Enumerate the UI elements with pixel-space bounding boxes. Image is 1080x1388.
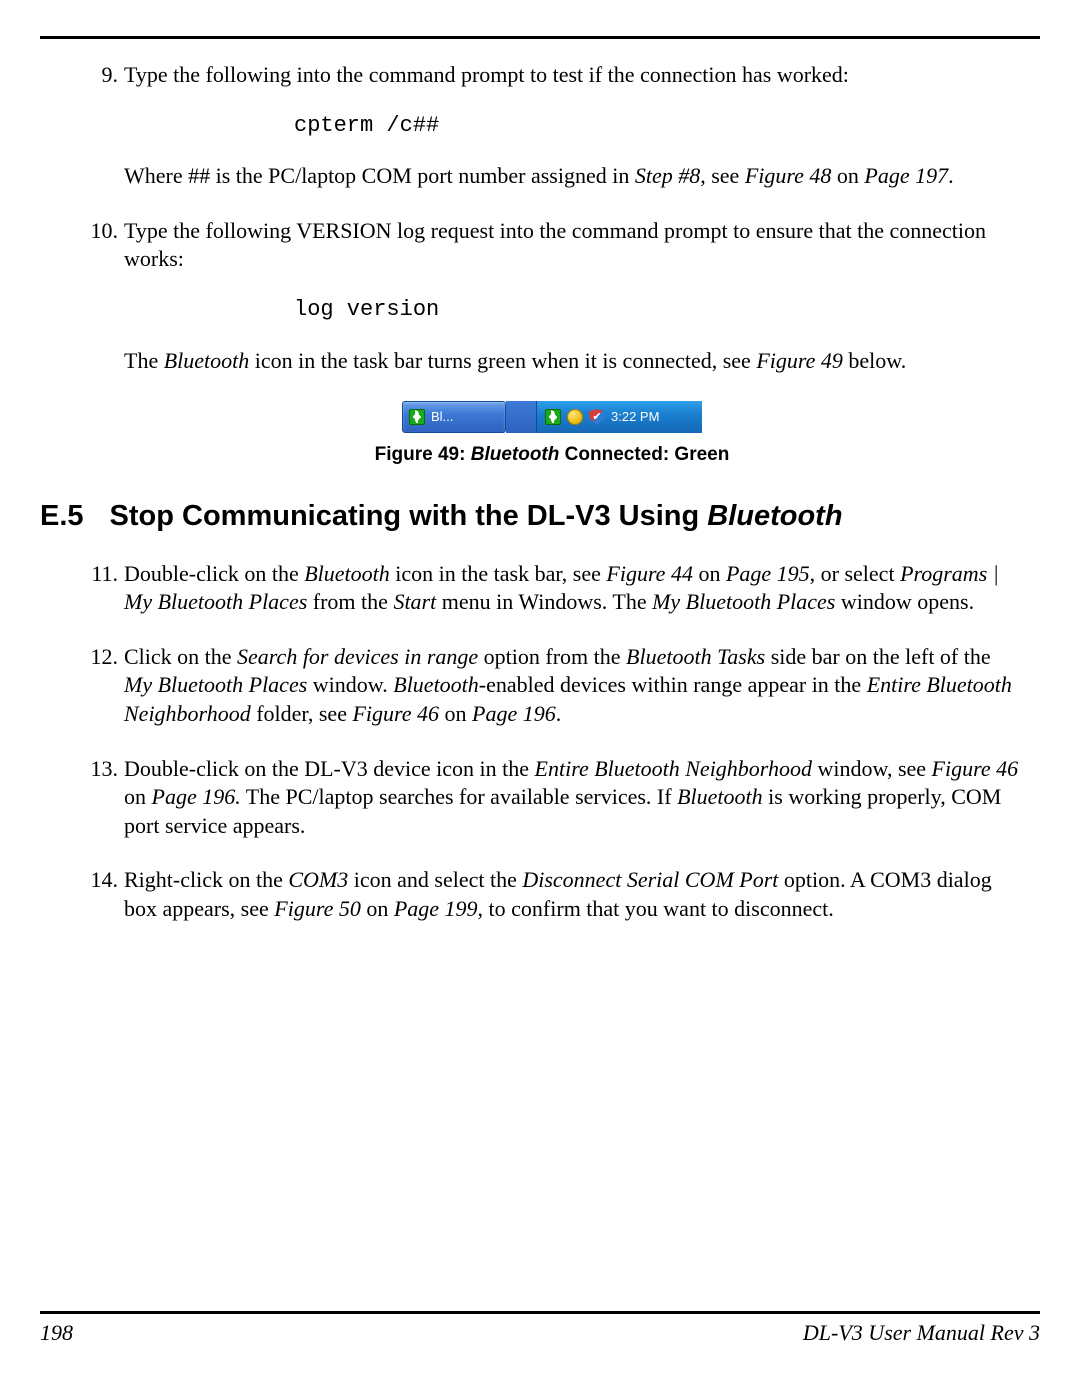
page-number: 198 (40, 1320, 73, 1346)
code-block: log version (294, 296, 1020, 325)
taskbar-app-label: Bl... (431, 409, 453, 426)
content-area: 9.Type the following into the command pr… (84, 61, 1020, 923)
top-rule (40, 36, 1040, 39)
bottom-rule (40, 1311, 1040, 1314)
step-body: Double-click on the DL-V3 device icon in… (124, 755, 1020, 841)
step-number: 14. (78, 866, 118, 895)
caption-tail: Connected: Green (559, 444, 729, 465)
step-number: 12. (78, 643, 118, 672)
step-intro: Type the following VERSION log request i… (124, 217, 1020, 274)
step-number: 11. (78, 560, 118, 589)
caption-subject: Bluetooth (471, 444, 560, 465)
step-list-lower: 11.Double-click on the Bluetooth icon in… (84, 560, 1020, 924)
section-title-italic: Bluetooth (707, 500, 842, 532)
taskbar-figure: ᛒ Bl... ᛒ 3:22 PM (402, 401, 702, 433)
bluetooth-rune: ᛒ (409, 409, 425, 425)
page-footer: 198 DL-V3 User Manual Rev 3 (40, 1311, 1040, 1346)
list-item: 11.Double-click on the Bluetooth icon in… (84, 560, 1020, 617)
figure-caption: Figure 49: Bluetooth Connected: Green (84, 443, 1020, 468)
step-followup: The Bluetooth icon in the task bar turns… (124, 347, 1020, 376)
code-block: cpterm /c## (294, 112, 1020, 141)
shield-tray-icon (589, 409, 605, 425)
step-number: 13. (78, 755, 118, 784)
taskbar-gap (506, 401, 536, 433)
taskbar-app-button: ᛒ Bl... (402, 401, 506, 433)
yellow-tray-icon (567, 409, 583, 425)
list-item: 10.Type the following VERSION log reques… (84, 217, 1020, 375)
bluetooth-icon: ᛒ (409, 409, 425, 425)
list-item: 14.Right-click on the COM3 icon and sele… (84, 866, 1020, 923)
bluetooth-tray-rune: ᛒ (545, 409, 561, 425)
doc-title: DL-V3 User Manual Rev 3 (803, 1320, 1040, 1346)
page: 9.Type the following into the command pr… (0, 0, 1080, 1388)
step-followup: Where ## is the PC/laptop COM port numbe… (124, 162, 1020, 191)
caption-lead: Figure 49: (375, 444, 471, 465)
step-number: 10. (78, 217, 118, 246)
bluetooth-tray-icon: ᛒ (545, 409, 561, 425)
step-list-upper: 9.Type the following into the command pr… (84, 61, 1020, 375)
system-tray: ᛒ 3:22 PM (536, 401, 702, 433)
section-title-lead: Stop Communicating with the DL-V3 Using (110, 500, 708, 532)
list-item: 9.Type the following into the command pr… (84, 61, 1020, 191)
list-item: 12.Click on the Search for devices in ra… (84, 643, 1020, 729)
step-body: Right-click on the COM3 icon and select … (124, 866, 1020, 923)
footer-row: 198 DL-V3 User Manual Rev 3 (40, 1320, 1040, 1346)
list-item: 13.Double-click on the DL-V3 device icon… (84, 755, 1020, 841)
step-number: 9. (78, 61, 118, 90)
step-body: Double-click on the Bluetooth icon in th… (124, 560, 1020, 617)
step-body: Click on the Search for devices in range… (124, 643, 1020, 729)
section-heading: E.5 Stop Communicating with the DL-V3 Usi… (40, 498, 1020, 536)
section-number: E.5 (40, 498, 84, 536)
step-intro: Type the following into the command prom… (124, 61, 1020, 90)
tray-clock: 3:22 PM (611, 409, 659, 426)
